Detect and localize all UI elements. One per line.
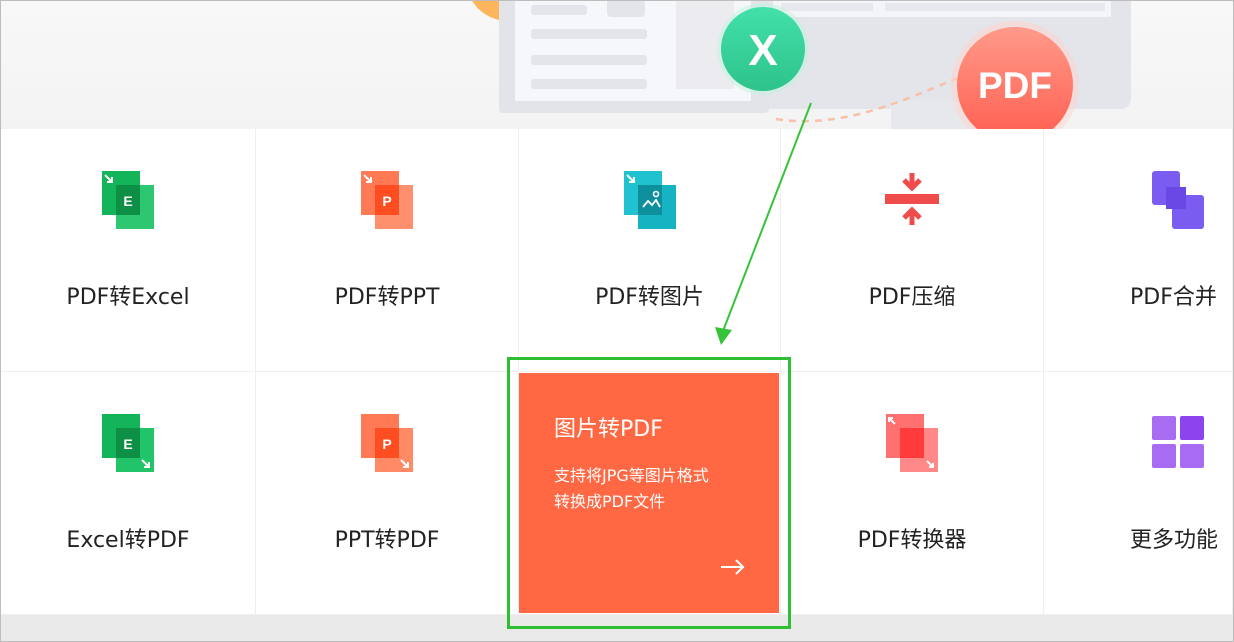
hero-banner: X PDF — [1, 1, 1233, 131]
card-description: 支持将JPG等图片格式 转换成PDF文件 — [554, 463, 754, 515]
ppt-to-pdf-icon: P — [361, 414, 413, 472]
tool-more-features[interactable]: 更多功能 — [1044, 372, 1233, 615]
card-desc-line: 支持将JPG等图片格式 — [554, 466, 709, 485]
tool-label: PDF压缩 — [868, 285, 956, 310]
pdf-badge-text: PDF — [978, 65, 1052, 106]
grid-icon — [1152, 416, 1204, 468]
svg-text:P: P — [382, 436, 391, 452]
arrow-right-icon[interactable] — [719, 557, 747, 577]
tool-label: PDF转图片 — [595, 285, 704, 310]
card-desc-line: 转换成PDF文件 — [554, 492, 666, 511]
app-frame: X PDF E PDF转Excel P PDF转PPT PDF转图片 PDF压缩… — [0, 0, 1234, 642]
converter-icon — [886, 414, 938, 472]
pdf-to-image-icon — [623, 171, 676, 229]
svg-text:E: E — [123, 436, 132, 452]
tool-label: PPT转PDF — [334, 528, 440, 553]
hero-illustration: X PDF — [472, 1, 1131, 131]
bottom-strip — [1, 615, 1233, 641]
tool-pdf-to-excel[interactable]: E PDF转Excel — [1, 129, 256, 372]
tool-label: PDF转换器 — [857, 528, 967, 553]
tool-label: PDF合并 — [1130, 285, 1217, 310]
merge-icon — [1152, 171, 1204, 229]
tool-label: PDF转PPT — [334, 285, 440, 310]
tool-label: PDF转Excel — [66, 285, 190, 310]
card-title: 图片转PDF — [554, 417, 663, 442]
tool-pdf-merge[interactable]: PDF合并 — [1044, 129, 1233, 372]
svg-text:E: E — [123, 193, 132, 209]
tool-pdf-converter[interactable]: PDF转换器 — [781, 372, 1044, 615]
tool-label: 更多功能 — [1130, 528, 1219, 553]
pdf-to-excel-icon: E — [102, 171, 154, 229]
excel-badge-text: X — [748, 26, 777, 75]
pdf-to-ppt-icon: P — [361, 171, 413, 229]
tool-ppt-to-pdf[interactable]: P PPT转PDF — [256, 372, 519, 615]
svg-text:P: P — [382, 193, 391, 209]
tool-label: Excel转PDF — [66, 528, 190, 553]
tool-pdf-to-ppt[interactable]: P PDF转PPT — [256, 129, 519, 372]
tool-pdf-compress[interactable]: PDF压缩 — [781, 129, 1044, 372]
tool-excel-to-pdf[interactable]: E Excel转PDF — [1, 372, 256, 615]
tool-pdf-to-image[interactable]: PDF转图片 — [519, 129, 781, 372]
excel-to-pdf-icon: E — [102, 414, 154, 472]
image-to-pdf-card[interactable]: 图片转PDF 支持将JPG等图片格式 转换成PDF文件 — [519, 373, 779, 613]
compress-icon — [885, 173, 939, 225]
